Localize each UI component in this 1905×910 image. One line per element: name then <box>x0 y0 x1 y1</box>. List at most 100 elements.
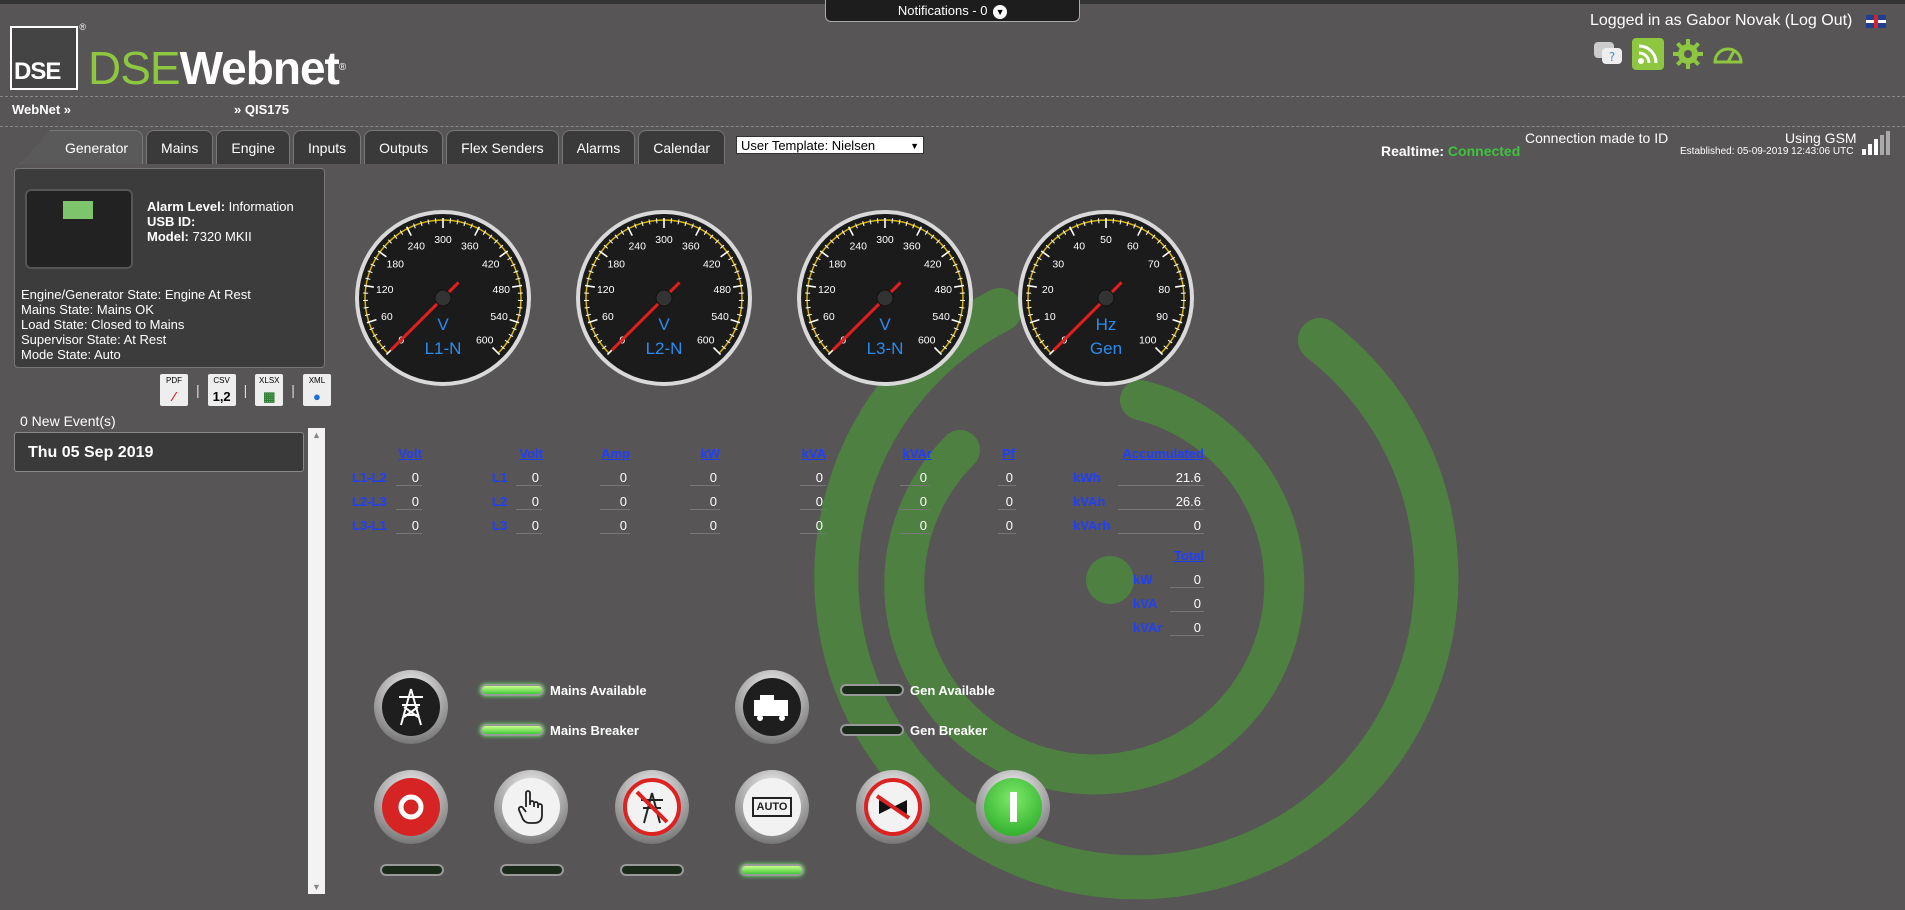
tab-calendar[interactable]: Calendar <box>638 130 726 164</box>
export-tag: XML <box>308 376 326 385</box>
tab-mains[interactable]: Mains <box>146 130 214 164</box>
line-neutral-label: L2 <box>492 494 508 509</box>
svg-text:?: ? <box>1609 50 1615 64</box>
events-scrollbar[interactable]: ▲ ▼ <box>308 428 325 894</box>
mains-breaker-label: Mains Breaker <box>550 723 639 738</box>
gauge-tick-label: 540 <box>932 311 950 323</box>
usb-id-label: USB ID: <box>147 214 196 229</box>
auto-mode-button[interactable]: AUTO <box>735 770 809 844</box>
manual-led <box>500 864 564 876</box>
table-cell: 0 <box>800 494 826 510</box>
table-cell: 0 <box>800 518 826 534</box>
column-header[interactable]: kW <box>680 446 721 461</box>
column-header[interactable]: Volt <box>488 446 543 461</box>
scroll-down-icon[interactable]: ▼ <box>312 882 321 892</box>
brand-registered-mark: ® <box>338 62 346 73</box>
table-cell: 0 <box>1170 596 1204 612</box>
alarm-level-label: Alarm Level: <box>147 199 226 214</box>
gauge-tick-label: 60 <box>823 311 835 323</box>
export-pdf-button[interactable]: PDF ⁄ <box>160 374 188 406</box>
breadcrumb-site[interactable]: » QIS175 <box>234 102 289 117</box>
pylon-icon <box>399 688 423 726</box>
gauge-tick-label: 120 <box>597 284 615 296</box>
established-text: Established: 05-09-2019 12:43:06 UTC <box>1680 146 1854 157</box>
state-list: Engine/Generator State: Engine At Rest M… <box>21 287 251 362</box>
stop-button[interactable] <box>374 770 448 844</box>
line-neutral-label: L3 <box>492 518 508 533</box>
gauge-tick-label: 600 <box>697 335 715 347</box>
user-template-select[interactable]: User Template: Nielsen <box>736 136 924 155</box>
divider <box>0 126 1905 127</box>
gauge-tick-label: 480 <box>935 284 953 296</box>
table-cell: 0 <box>600 518 630 534</box>
start-icon <box>1009 792 1017 822</box>
load-state: Load State: Closed to Mains <box>21 317 185 332</box>
column-header[interactable]: Volt <box>372 446 422 461</box>
column-header[interactable]: Pf <box>980 446 1015 461</box>
mains-inhibit-button[interactable] <box>615 770 689 844</box>
breaker-inhibit-button[interactable] <box>856 770 930 844</box>
mains-available-label: Mains Available <box>550 683 647 698</box>
start-button[interactable] <box>976 770 1050 844</box>
gauge-tick-label: 420 <box>482 258 500 270</box>
export-buttons: PDF ⁄ | CSV 1,2 | XLSX ▦ | XML ● <box>160 374 331 406</box>
gauge-tick-label: 80 <box>1158 284 1170 296</box>
export-xml-button[interactable]: XML ● <box>302 374 331 406</box>
table-cell: 0 <box>900 494 930 510</box>
breadcrumb-webnet[interactable]: WebNet » <box>12 102 71 117</box>
help-chat-icon[interactable]: ? <box>1592 38 1624 70</box>
gauge-tick-label: 480 <box>714 284 732 296</box>
total-label: kVA <box>1133 596 1158 611</box>
table-cell: 0 <box>800 470 826 486</box>
table-cell: 0 <box>1170 572 1204 588</box>
tab-outputs[interactable]: Outputs <box>364 130 444 164</box>
tab-generator[interactable]: Generator <box>20 130 144 164</box>
gauge-tick-label: 600 <box>476 335 494 347</box>
gauge-tick-label: 20 <box>1042 284 1054 296</box>
gear-icon[interactable] <box>1672 38 1704 70</box>
separator: | <box>196 382 200 398</box>
table-cell: 0 <box>1118 518 1204 534</box>
device-info-panel: Alarm Level: Information USB ID: Model: … <box>14 168 325 368</box>
rss-icon[interactable] <box>1632 38 1664 70</box>
export-xlsx-button[interactable]: XLSX ▦ <box>255 374 284 406</box>
tab-alarms[interactable]: Alarms <box>561 130 636 164</box>
device-details: Alarm Level: Information USB ID: Model: … <box>147 199 294 244</box>
gauge-label: L2-N <box>646 339 683 358</box>
table-cell: 0 <box>900 470 930 486</box>
mains-breaker-led <box>480 724 544 736</box>
pdf-icon: ⁄ <box>172 389 176 404</box>
model-label: Model: <box>147 229 189 244</box>
gauge-tick-label: 300 <box>655 234 673 246</box>
gauge-l1-n: 060120180240300360420480540600VL1-N <box>355 210 531 386</box>
column-header[interactable]: Accumulated <box>1120 446 1204 461</box>
column-header[interactable]: kVAr <box>878 446 932 461</box>
login-status[interactable]: Logged in as Gabor Novak (Log Out) <box>1590 12 1852 30</box>
gauge-tick-label: 180 <box>608 258 626 270</box>
csv-icon: 1,2 <box>212 389 231 404</box>
tab-flex-senders[interactable]: Flex Senders <box>446 130 559 164</box>
scroll-up-icon[interactable]: ▲ <box>312 430 321 440</box>
gauge-tick-label: 90 <box>1156 311 1168 323</box>
uk-flag-icon[interactable] <box>1866 15 1886 28</box>
tab-engine[interactable]: Engine <box>216 130 290 164</box>
mains-available-led <box>480 684 544 696</box>
dashboard-gauge-icon[interactable] <box>1712 38 1744 70</box>
breaker-inhibit-icon <box>875 794 911 820</box>
export-csv-button[interactable]: CSV 1,2 <box>207 374 236 406</box>
table-cell: 0 <box>690 470 720 486</box>
mains-state: Mains State: Mains OK <box>21 302 154 317</box>
column-header[interactable]: Amp <box>590 446 630 461</box>
gen-breaker-label: Gen Breaker <box>910 723 988 738</box>
manual-mode-button[interactable] <box>494 770 568 844</box>
column-header-total[interactable]: Total <box>1170 548 1204 563</box>
gauge-tick-label: 60 <box>381 311 393 323</box>
gauge-tick-label: 100 <box>1139 335 1157 347</box>
column-header[interactable]: kVA <box>778 446 826 461</box>
tab-inputs[interactable]: Inputs <box>293 130 362 164</box>
table-cell: 0 <box>690 518 720 534</box>
event-date-header[interactable]: Thu 05 Sep 2019 <box>14 432 304 472</box>
gauge-tick-label: 600 <box>918 335 936 347</box>
realtime-status: Realtime: Connected <box>1381 143 1520 159</box>
notifications-toggle[interactable]: Notifications - 0 ▼ <box>825 0 1080 22</box>
